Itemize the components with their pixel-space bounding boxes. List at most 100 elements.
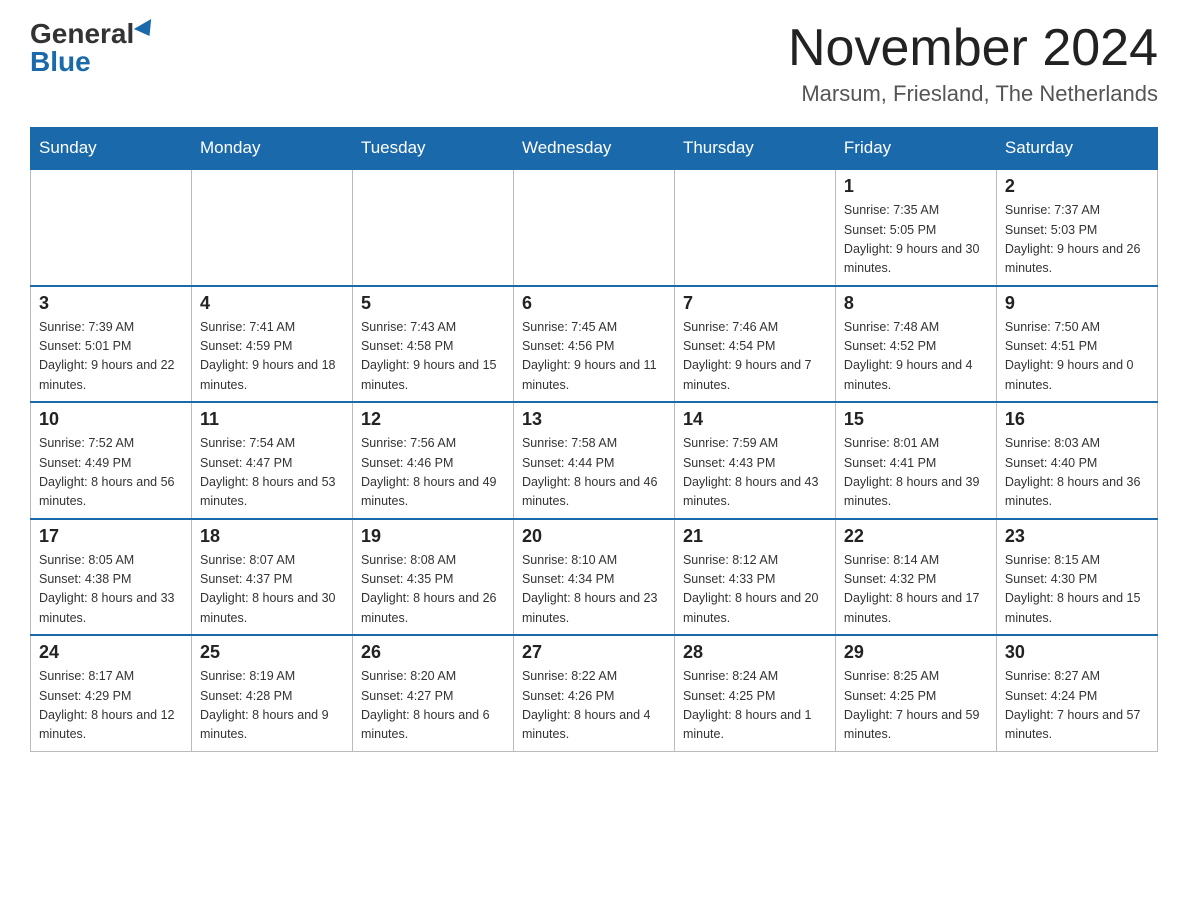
calendar-cell: 18 Sunrise: 8:07 AMSunset: 4:37 PMDayligh… bbox=[191, 519, 352, 636]
calendar-cell: 8 Sunrise: 7:48 AMSunset: 4:52 PMDaylight… bbox=[835, 286, 996, 403]
calendar-cell: 14 Sunrise: 7:59 AMSunset: 4:43 PMDayligh… bbox=[674, 402, 835, 519]
day-number: 16 bbox=[1005, 409, 1149, 430]
calendar-cell bbox=[674, 169, 835, 286]
day-info: Sunrise: 8:10 AMSunset: 4:34 PMDaylight:… bbox=[522, 551, 666, 629]
calendar-table: SundayMondayTuesdayWednesdayThursdayFrid… bbox=[30, 127, 1158, 752]
day-info: Sunrise: 7:45 AMSunset: 4:56 PMDaylight:… bbox=[522, 318, 666, 396]
week-row: 24 Sunrise: 8:17 AMSunset: 4:29 PMDayligh… bbox=[31, 635, 1158, 751]
logo-triangle-icon bbox=[134, 19, 158, 41]
day-number: 30 bbox=[1005, 642, 1149, 663]
day-info: Sunrise: 7:59 AMSunset: 4:43 PMDaylight:… bbox=[683, 434, 827, 512]
calendar-cell: 6 Sunrise: 7:45 AMSunset: 4:56 PMDaylight… bbox=[513, 286, 674, 403]
calendar-cell: 7 Sunrise: 7:46 AMSunset: 4:54 PMDaylight… bbox=[674, 286, 835, 403]
day-number: 25 bbox=[200, 642, 344, 663]
calendar-cell bbox=[352, 169, 513, 286]
calendar-cell: 13 Sunrise: 7:58 AMSunset: 4:44 PMDayligh… bbox=[513, 402, 674, 519]
title-area: November 2024 Marsum, Friesland, The Net… bbox=[788, 20, 1158, 107]
calendar-cell bbox=[31, 169, 192, 286]
day-number: 14 bbox=[683, 409, 827, 430]
day-of-week-header: Tuesday bbox=[352, 128, 513, 170]
day-info: Sunrise: 7:48 AMSunset: 4:52 PMDaylight:… bbox=[844, 318, 988, 396]
day-info: Sunrise: 8:15 AMSunset: 4:30 PMDaylight:… bbox=[1005, 551, 1149, 629]
day-of-week-header: Saturday bbox=[996, 128, 1157, 170]
day-number: 17 bbox=[39, 526, 183, 547]
day-number: 15 bbox=[844, 409, 988, 430]
day-number: 2 bbox=[1005, 176, 1149, 197]
day-info: Sunrise: 8:14 AMSunset: 4:32 PMDaylight:… bbox=[844, 551, 988, 629]
page-header: General Blue November 2024 Marsum, Fries… bbox=[30, 20, 1158, 107]
day-of-week-header: Wednesday bbox=[513, 128, 674, 170]
day-number: 3 bbox=[39, 293, 183, 314]
calendar-cell: 1 Sunrise: 7:35 AMSunset: 5:05 PMDaylight… bbox=[835, 169, 996, 286]
day-info: Sunrise: 8:12 AMSunset: 4:33 PMDaylight:… bbox=[683, 551, 827, 629]
day-info: Sunrise: 8:27 AMSunset: 4:24 PMDaylight:… bbox=[1005, 667, 1149, 745]
calendar-cell: 16 Sunrise: 8:03 AMSunset: 4:40 PMDayligh… bbox=[996, 402, 1157, 519]
calendar-cell: 19Sunrise: 8:08 AMSunset: 4:35 PMDayligh… bbox=[352, 519, 513, 636]
calendar-cell: 5Sunrise: 7:43 AMSunset: 4:58 PMDaylight… bbox=[352, 286, 513, 403]
day-number: 1 bbox=[844, 176, 988, 197]
day-number: 6 bbox=[522, 293, 666, 314]
day-number: 21 bbox=[683, 526, 827, 547]
day-number: 18 bbox=[200, 526, 344, 547]
day-number: 9 bbox=[1005, 293, 1149, 314]
calendar-cell: 23 Sunrise: 8:15 AMSunset: 4:30 PMDayligh… bbox=[996, 519, 1157, 636]
calendar-cell: 12Sunrise: 7:56 AMSunset: 4:46 PMDayligh… bbox=[352, 402, 513, 519]
day-number: 27 bbox=[522, 642, 666, 663]
day-info: Sunrise: 8:19 AMSunset: 4:28 PMDaylight:… bbox=[200, 667, 344, 745]
day-number: 24 bbox=[39, 642, 183, 663]
calendar-cell: 29 Sunrise: 8:25 AMSunset: 4:25 PMDayligh… bbox=[835, 635, 996, 751]
day-number: 26 bbox=[361, 642, 505, 663]
calendar-cell: 28Sunrise: 8:24 AMSunset: 4:25 PMDayligh… bbox=[674, 635, 835, 751]
day-number: 10 bbox=[39, 409, 183, 430]
day-info: Sunrise: 8:07 AMSunset: 4:37 PMDaylight:… bbox=[200, 551, 344, 629]
day-number: 28 bbox=[683, 642, 827, 663]
logo-blue-text: Blue bbox=[30, 48, 91, 76]
calendar-cell bbox=[513, 169, 674, 286]
logo-general-text: General bbox=[30, 20, 134, 48]
day-info: Sunrise: 7:35 AMSunset: 5:05 PMDaylight:… bbox=[844, 201, 988, 279]
day-number: 20 bbox=[522, 526, 666, 547]
day-info: Sunrise: 7:50 AMSunset: 4:51 PMDaylight:… bbox=[1005, 318, 1149, 396]
day-info: Sunrise: 8:17 AMSunset: 4:29 PMDaylight:… bbox=[39, 667, 183, 745]
day-info: Sunrise: 7:52 AMSunset: 4:49 PMDaylight:… bbox=[39, 434, 183, 512]
day-info: Sunrise: 8:22 AMSunset: 4:26 PMDaylight:… bbox=[522, 667, 666, 745]
calendar-cell: 11 Sunrise: 7:54 AMSunset: 4:47 PMDayligh… bbox=[191, 402, 352, 519]
month-title: November 2024 bbox=[788, 20, 1158, 77]
day-number: 7 bbox=[683, 293, 827, 314]
calendar-cell: 24 Sunrise: 8:17 AMSunset: 4:29 PMDayligh… bbox=[31, 635, 192, 751]
calendar-cell: 2 Sunrise: 7:37 AMSunset: 5:03 PMDaylight… bbox=[996, 169, 1157, 286]
calendar-cell: 20 Sunrise: 8:10 AMSunset: 4:34 PMDayligh… bbox=[513, 519, 674, 636]
day-of-week-header: Thursday bbox=[674, 128, 835, 170]
calendar-cell: 17Sunrise: 8:05 AMSunset: 4:38 PMDayligh… bbox=[31, 519, 192, 636]
day-info: Sunrise: 8:25 AMSunset: 4:25 PMDaylight:… bbox=[844, 667, 988, 745]
calendar-header-row: SundayMondayTuesdayWednesdayThursdayFrid… bbox=[31, 128, 1158, 170]
day-info: Sunrise: 8:01 AMSunset: 4:41 PMDaylight:… bbox=[844, 434, 988, 512]
calendar-cell: 15 Sunrise: 8:01 AMSunset: 4:41 PMDayligh… bbox=[835, 402, 996, 519]
day-info: Sunrise: 7:58 AMSunset: 4:44 PMDaylight:… bbox=[522, 434, 666, 512]
location-subtitle: Marsum, Friesland, The Netherlands bbox=[788, 81, 1158, 107]
day-number: 29 bbox=[844, 642, 988, 663]
day-number: 22 bbox=[844, 526, 988, 547]
calendar-cell: 9 Sunrise: 7:50 AMSunset: 4:51 PMDaylight… bbox=[996, 286, 1157, 403]
day-info: Sunrise: 7:39 AMSunset: 5:01 PMDaylight:… bbox=[39, 318, 183, 396]
day-number: 8 bbox=[844, 293, 988, 314]
day-info: Sunrise: 7:37 AMSunset: 5:03 PMDaylight:… bbox=[1005, 201, 1149, 279]
day-number: 13 bbox=[522, 409, 666, 430]
day-number: 23 bbox=[1005, 526, 1149, 547]
day-info: Sunrise: 7:54 AMSunset: 4:47 PMDaylight:… bbox=[200, 434, 344, 512]
calendar-cell: 26 Sunrise: 8:20 AMSunset: 4:27 PMDayligh… bbox=[352, 635, 513, 751]
day-number: 5 bbox=[361, 293, 505, 314]
day-info: Sunrise: 8:20 AMSunset: 4:27 PMDaylight:… bbox=[361, 667, 505, 745]
day-number: 11 bbox=[200, 409, 344, 430]
day-info: Sunrise: 7:46 AMSunset: 4:54 PMDaylight:… bbox=[683, 318, 827, 396]
calendar-cell bbox=[191, 169, 352, 286]
day-info: Sunrise: 8:08 AMSunset: 4:35 PMDaylight:… bbox=[361, 551, 505, 629]
calendar-cell: 3 Sunrise: 7:39 AMSunset: 5:01 PMDaylight… bbox=[31, 286, 192, 403]
calendar-cell: 10 Sunrise: 7:52 AMSunset: 4:49 PMDayligh… bbox=[31, 402, 192, 519]
calendar-cell: 27 Sunrise: 8:22 AMSunset: 4:26 PMDayligh… bbox=[513, 635, 674, 751]
week-row: 3 Sunrise: 7:39 AMSunset: 5:01 PMDaylight… bbox=[31, 286, 1158, 403]
week-row: 17Sunrise: 8:05 AMSunset: 4:38 PMDayligh… bbox=[31, 519, 1158, 636]
week-row: 10 Sunrise: 7:52 AMSunset: 4:49 PMDayligh… bbox=[31, 402, 1158, 519]
day-info: Sunrise: 8:03 AMSunset: 4:40 PMDaylight:… bbox=[1005, 434, 1149, 512]
day-number: 12 bbox=[361, 409, 505, 430]
